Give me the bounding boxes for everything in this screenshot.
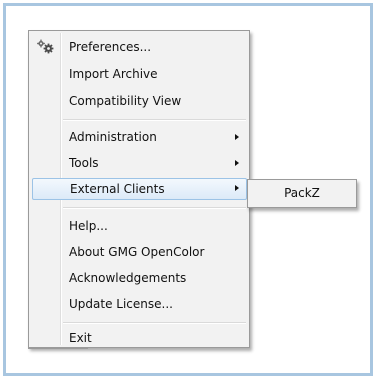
menu-item-label: Tools: [69, 156, 99, 170]
menu-item-label: External Clients: [70, 182, 165, 196]
submenu-arrow-icon: [235, 185, 239, 191]
menu-item-update-license[interactable]: Update License...: [31, 293, 247, 315]
menu-item-acknowledgements[interactable]: Acknowledgements: [31, 267, 247, 289]
gear-icon: [36, 39, 56, 55]
menu-item-external-clients[interactable]: External Clients: [32, 178, 247, 200]
menu-item-label: Preferences...: [69, 40, 152, 54]
menu-item-label: About GMG OpenColor: [69, 245, 205, 259]
menu-separator: [63, 322, 246, 324]
menu-item-label: Acknowledgements: [69, 271, 187, 285]
menu-item-label: Compatibility View: [69, 94, 182, 108]
menu-item-label: Exit: [69, 331, 92, 345]
menu-item-label: Import Archive: [69, 67, 158, 81]
submenu-item-packz[interactable]: PackZ: [250, 182, 354, 205]
menu-item-label: Administration: [69, 130, 157, 144]
menu-item-import-archive[interactable]: Import Archive: [31, 63, 247, 85]
external-clients-submenu: PackZ: [247, 179, 357, 208]
menu-item-about[interactable]: About GMG OpenColor: [31, 241, 247, 263]
menu-item-preferences[interactable]: Preferences...: [31, 36, 247, 58]
menu-item-label: Update License...: [69, 297, 173, 311]
menu-item-administration[interactable]: Administration: [31, 126, 247, 148]
submenu-arrow-icon: [235, 134, 239, 140]
menu-separator: [63, 207, 246, 209]
submenu-item-label: PackZ: [284, 186, 320, 200]
menu-item-exit[interactable]: Exit: [31, 327, 247, 349]
submenu-arrow-icon: [235, 160, 239, 166]
underlying-window-edge: [28, 348, 88, 353]
menu-separator: [63, 119, 246, 121]
menu-item-label: Help...: [69, 219, 108, 233]
menu-item-help[interactable]: Help...: [31, 215, 247, 237]
context-menu: Preferences... Import Archive Compatibil…: [28, 30, 250, 348]
menu-item-tools[interactable]: Tools: [31, 152, 247, 174]
menu-item-compatibility-view[interactable]: Compatibility View: [31, 90, 247, 112]
